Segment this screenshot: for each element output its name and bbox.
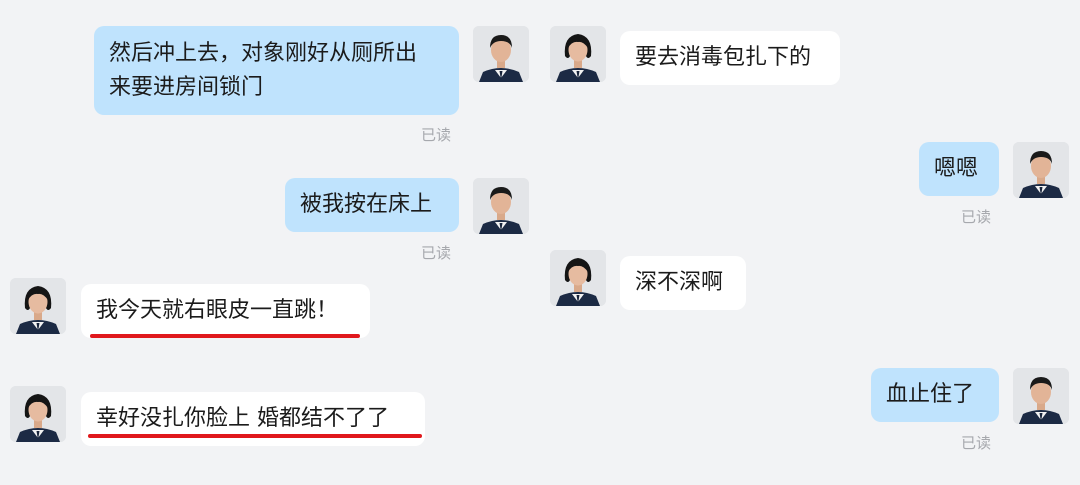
avatar-female-officer-icon[interactable] [550, 250, 606, 306]
avatar-female-officer-icon[interactable] [550, 26, 606, 82]
red-underline [88, 434, 422, 438]
avatar-male-officer-icon[interactable] [473, 26, 529, 82]
message-bubble-sent[interactable]: 血止住了 [871, 368, 999, 422]
avatar-female-officer-icon[interactable] [10, 386, 66, 442]
avatar-male-officer-icon[interactable] [473, 178, 529, 234]
read-receipt: 已读 [961, 434, 992, 452]
message-text: 血止住了 [886, 382, 975, 407]
message-bubble-received[interactable]: 要去消毒包扎下的 [620, 31, 840, 85]
read-receipt: 已读 [421, 126, 452, 144]
message-text: 幸好没扎你脸上 婚都结不了了 [96, 406, 389, 431]
message-text: 要去消毒包扎下的 [635, 45, 812, 70]
avatar-male-officer-icon[interactable] [1013, 368, 1069, 424]
message-text: 被我按在床上 [300, 192, 433, 217]
message-bubble-sent[interactable]: 被我按在床上 [285, 178, 459, 232]
chat-panel-left: 然后冲上去，对象刚好从厕所出 来要进房间锁门 已读 被我按在床上 已读 我今天就… [0, 0, 540, 485]
message-bubble-sent[interactable]: 嗯嗯 [919, 142, 999, 196]
read-receipt: 已读 [421, 244, 452, 262]
message-bubble-received[interactable]: 深不深啊 [620, 256, 746, 310]
message-text: 深不深啊 [635, 270, 724, 295]
red-underline [90, 334, 360, 338]
avatar-female-officer-icon[interactable] [10, 278, 66, 334]
message-text: 我今天就右眼皮一直跳！ [96, 298, 339, 323]
message-bubble-sent[interactable]: 然后冲上去，对象刚好从厕所出 来要进房间锁门 [94, 26, 459, 115]
message-text: 然后冲上去，对象刚好从厕所出 来要进房间锁门 [109, 41, 418, 100]
chat-panel-right: 要去消毒包扎下的 嗯嗯 已读 深不深啊 血止住了 已读 [540, 0, 1080, 485]
message-text: 嗯嗯 [934, 156, 979, 181]
read-receipt: 已读 [961, 208, 992, 226]
avatar-male-officer-icon[interactable] [1013, 142, 1069, 198]
message-bubble-received[interactable]: 我今天就右眼皮一直跳！ [81, 284, 370, 338]
